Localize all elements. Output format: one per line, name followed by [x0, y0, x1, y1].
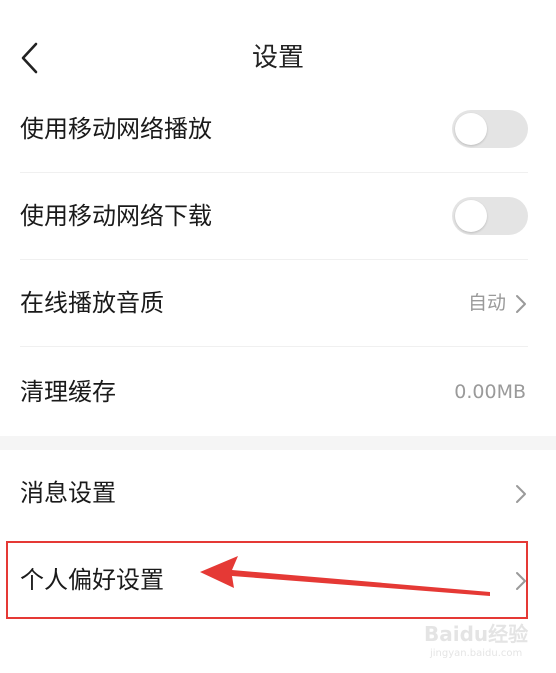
setting-label: 使用移动网络下载 [20, 202, 212, 230]
setting-label: 在线播放音质 [20, 289, 164, 317]
section-divider [0, 436, 556, 450]
chevron-right-icon [516, 572, 526, 590]
setting-label: 使用移动网络播放 [20, 115, 212, 143]
mobile-download-toggle[interactable] [452, 197, 528, 235]
setting-row-mobile-download: 使用移动网络下载 [0, 173, 556, 260]
page-title: 设置 [251, 43, 304, 73]
toggle-knob [455, 113, 487, 145]
cache-size-value: 0.00MB [454, 381, 526, 403]
baidu-watermark: Baidu经验 jingyan.baidu.com [424, 618, 534, 666]
setting-row-preferences[interactable]: 个人偏好设置 [0, 537, 556, 624]
chevron-right-icon [516, 485, 526, 503]
setting-row-clear-cache[interactable]: 清理缓存 0.00MB [0, 349, 556, 436]
setting-label: 清理缓存 [20, 378, 116, 406]
setting-label: 个人偏好设置 [20, 566, 164, 594]
divider [20, 346, 528, 347]
watermark-url: jingyan.baidu.com [430, 648, 523, 659]
toggle-knob [455, 200, 487, 232]
chevron-right-icon [516, 295, 526, 313]
setting-row-mobile-play: 使用移动网络播放 [0, 86, 556, 173]
setting-row-play-quality[interactable]: 在线播放音质 自动 [0, 260, 556, 347]
quality-value: 自动 [467, 292, 506, 314]
setting-label: 消息设置 [20, 479, 116, 507]
setting-row-messages[interactable]: 消息设置 [0, 450, 556, 537]
mobile-play-toggle[interactable] [452, 110, 528, 148]
header-bar: 设置 [0, 0, 556, 100]
